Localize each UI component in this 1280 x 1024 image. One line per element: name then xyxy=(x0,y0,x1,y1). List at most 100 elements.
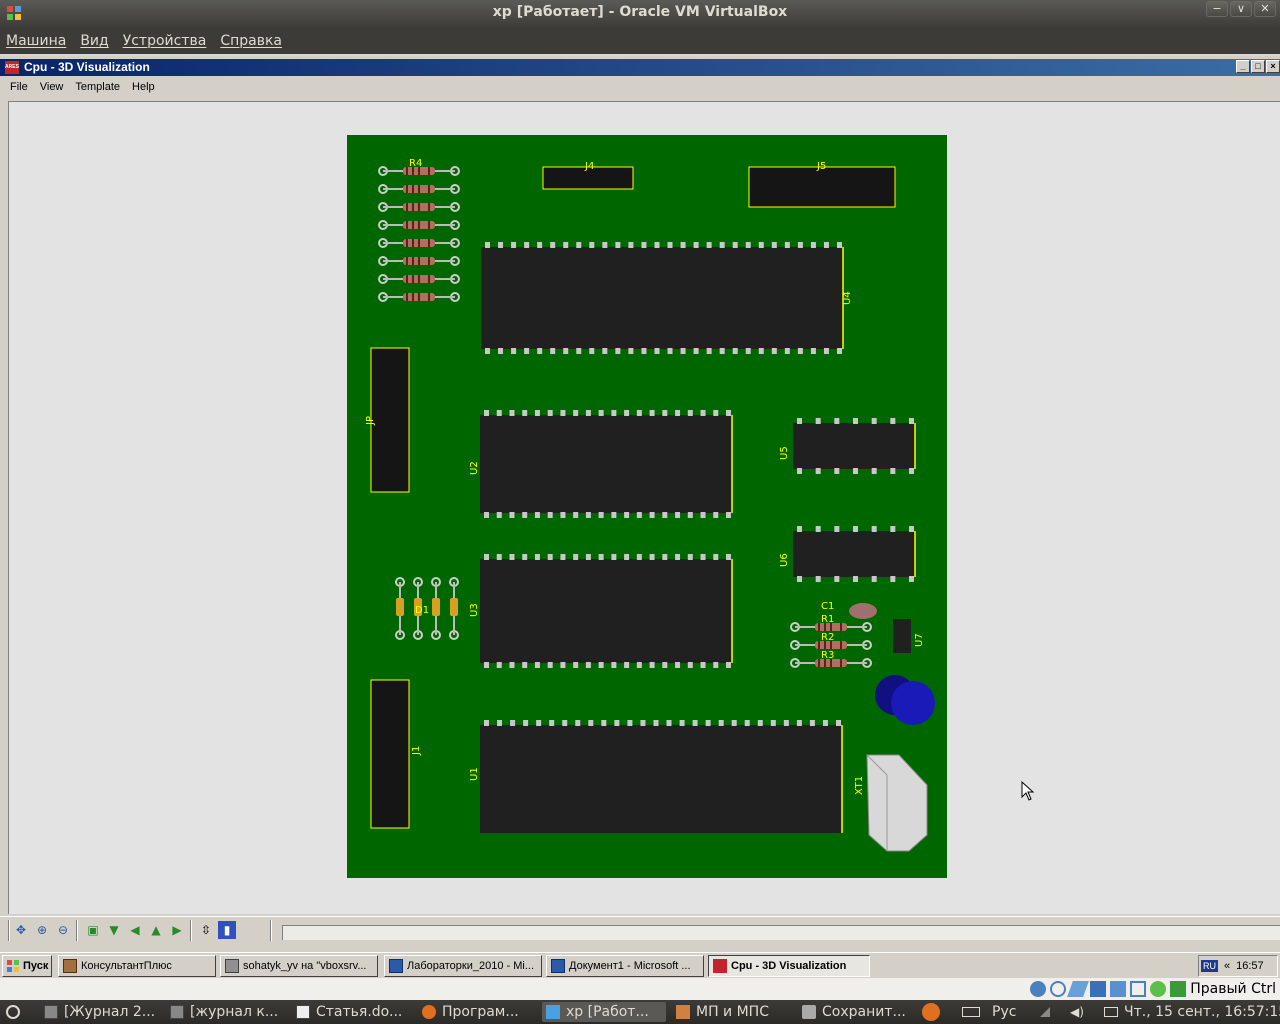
ic-u1-pin xyxy=(575,720,581,726)
ares-maximize-button[interactable]: □ xyxy=(1251,60,1265,73)
menu-view-guest[interactable]: View xyxy=(34,81,70,93)
host-task-save[interactable]: Сохранит... xyxy=(798,1002,916,1022)
ic-u5-pin xyxy=(797,468,802,474)
network-icon[interactable] xyxy=(1090,981,1107,997)
ic-u4-pin xyxy=(589,242,595,248)
ic-u2-pin xyxy=(687,410,693,416)
host-menu-button[interactable] xyxy=(2,1002,20,1022)
ares-close-button[interactable]: × xyxy=(1266,60,1280,73)
host-task-folder[interactable]: МП и МПС xyxy=(672,1002,790,1022)
host-keyboard-layout[interactable]: Рус xyxy=(988,1002,1028,1022)
height-icon[interactable]: ⇳ xyxy=(197,921,215,939)
capacitor-c1 xyxy=(849,603,877,619)
ic-u2-pin xyxy=(585,512,591,518)
pan-icon[interactable]: ✥ xyxy=(12,921,30,939)
menu-help[interactable]: Справка xyxy=(220,33,282,49)
ares-minimize-button[interactable]: _ xyxy=(1236,60,1250,73)
3d-viewport[interactable]: R4 J4 J5 U4 JP U2 U5 U6 U3 D1 C1 R1 R2 R3 U7 J1 U1 XT1 xyxy=(8,101,1280,914)
host-keyboard-icon-btn[interactable] xyxy=(958,1002,984,1022)
resistor-r9-band xyxy=(418,257,420,265)
resistor-r8-band xyxy=(428,239,430,247)
ic-u2-pin xyxy=(573,410,579,416)
ic-u3-pin xyxy=(484,554,489,560)
horizontal-scrollbar[interactable] xyxy=(282,925,1280,940)
host-volume[interactable]: ◀) xyxy=(1066,1002,1086,1022)
menu-file[interactable]: File xyxy=(4,81,34,93)
tray-collapse-button[interactable]: « xyxy=(1224,960,1230,972)
label-r4: R4 xyxy=(409,158,422,169)
ic-u4-pin xyxy=(810,348,816,354)
top-view-icon[interactable]: ▣ xyxy=(84,921,102,939)
task-network-drive[interactable]: sohatyk_yv на "vboxsrv... xyxy=(220,955,378,977)
host-task-firefox[interactable]: Програм... xyxy=(418,1002,536,1022)
shared-folders-icon[interactable] xyxy=(1110,981,1127,997)
menu-devices[interactable]: Устройства xyxy=(123,33,207,49)
host-close-button[interactable]: ✕ xyxy=(1254,1,1276,17)
ic-u6-pin xyxy=(890,576,896,582)
start-button[interactable]: Пуск xyxy=(2,955,52,977)
task-document1[interactable]: Документ1 - Microsoft ... xyxy=(546,955,704,977)
optical-drive-icon[interactable] xyxy=(1050,981,1067,997)
host-network-indicator[interactable] xyxy=(1036,1002,1056,1022)
diode-body xyxy=(432,598,440,616)
host-maximize-button[interactable]: ∨ xyxy=(1230,1,1252,17)
host-task-virtualbox[interactable]: xp [Работ... xyxy=(542,1002,666,1022)
ic-u6 xyxy=(793,531,915,577)
language-indicator[interactable]: RU xyxy=(1201,960,1218,972)
ic-u5-pin xyxy=(909,418,914,424)
ic-u4-pin xyxy=(758,242,764,248)
display-icon[interactable] xyxy=(1130,981,1147,997)
guest-screen: ARES Cpu - 3D Visualization _ □ × File V… xyxy=(0,56,1280,1000)
mouse-integration-icon[interactable] xyxy=(1150,981,1167,997)
usb-icon[interactable] xyxy=(1067,981,1090,997)
host-task-article[interactable]: Статья.do... xyxy=(292,1002,410,1022)
front-view-icon[interactable]: ▼ xyxy=(105,921,123,939)
ic-u4-pin xyxy=(563,348,569,354)
zoom-in-icon[interactable]: ⊕ xyxy=(33,921,51,939)
ic-u2-pin xyxy=(649,512,655,518)
ic-u5-pin xyxy=(871,418,877,424)
ic-u4-pin xyxy=(810,242,816,248)
ic-u6-pin xyxy=(853,576,858,582)
host-firefox-launcher[interactable] xyxy=(918,1002,942,1022)
ic-u4-pin xyxy=(615,348,621,354)
hard-disk-icon[interactable] xyxy=(1030,981,1047,997)
ic-u2-pin xyxy=(534,410,540,416)
host-key-label: Правый Ctrl xyxy=(1190,981,1276,997)
ic-u2-pin xyxy=(624,512,630,518)
pcb-board[interactable]: R4 J4 J5 U4 JP U2 U5 U6 U3 D1 C1 R1 R2 R3 U7 J1 U1 XT1 xyxy=(347,135,947,878)
host-minimize-button[interactable]: − xyxy=(1206,1,1228,17)
host-task-journal2[interactable]: [Журнал 2... xyxy=(40,1002,158,1022)
screen: { "host_window": { "title": "xp [Работае… xyxy=(0,0,1280,1024)
ic-u5-pin xyxy=(853,468,858,474)
host-clock[interactable]: Чт., 15 сент., 16:57:15 xyxy=(1100,1002,1280,1022)
host-task-journal-k[interactable]: [журнал к... xyxy=(166,1002,284,1022)
xp-taskbar: Пуск КонсультантПлюс sohatyk_yv на "vbox… xyxy=(0,952,1280,978)
menu-help-guest[interactable]: Help xyxy=(126,81,161,93)
right-view-icon[interactable]: ▶ xyxy=(168,921,186,939)
menu-template[interactable]: Template xyxy=(69,81,126,93)
menu-view[interactable]: Вид xyxy=(80,33,108,49)
ic-u4-pin xyxy=(602,242,608,248)
ic-u4-pin xyxy=(654,242,660,248)
ic-u5-pin xyxy=(834,418,840,424)
ic-u4-pin xyxy=(837,242,842,248)
header-j5 xyxy=(749,167,895,207)
label-j1: J1 xyxy=(411,746,422,756)
ic-u1-pin xyxy=(601,720,607,726)
layer-toggle-icon[interactable]: ▮ xyxy=(218,921,236,939)
task-consultant[interactable]: КонсультантПлюс xyxy=(58,955,216,977)
zoom-out-icon[interactable]: ⊖ xyxy=(54,921,72,939)
diode-body xyxy=(396,598,404,616)
ic-u3-pin xyxy=(585,554,591,560)
task-ares-3d[interactable]: Cpu - 3D Visualization xyxy=(708,955,870,977)
menu-machine[interactable]: Машина xyxy=(6,33,66,49)
ic-u3-pin xyxy=(484,662,489,668)
ic-u1-pin xyxy=(783,720,789,726)
ic-u1-pin xyxy=(809,720,815,726)
back-view-icon[interactable]: ▲ xyxy=(147,921,165,939)
ic-u1-pin xyxy=(718,720,724,726)
left-view-icon[interactable]: ◀ xyxy=(126,921,144,939)
task-labs-doc[interactable]: Лабораторки_2010 - Mi... xyxy=(384,955,542,977)
ic-u1-pin xyxy=(770,720,776,726)
